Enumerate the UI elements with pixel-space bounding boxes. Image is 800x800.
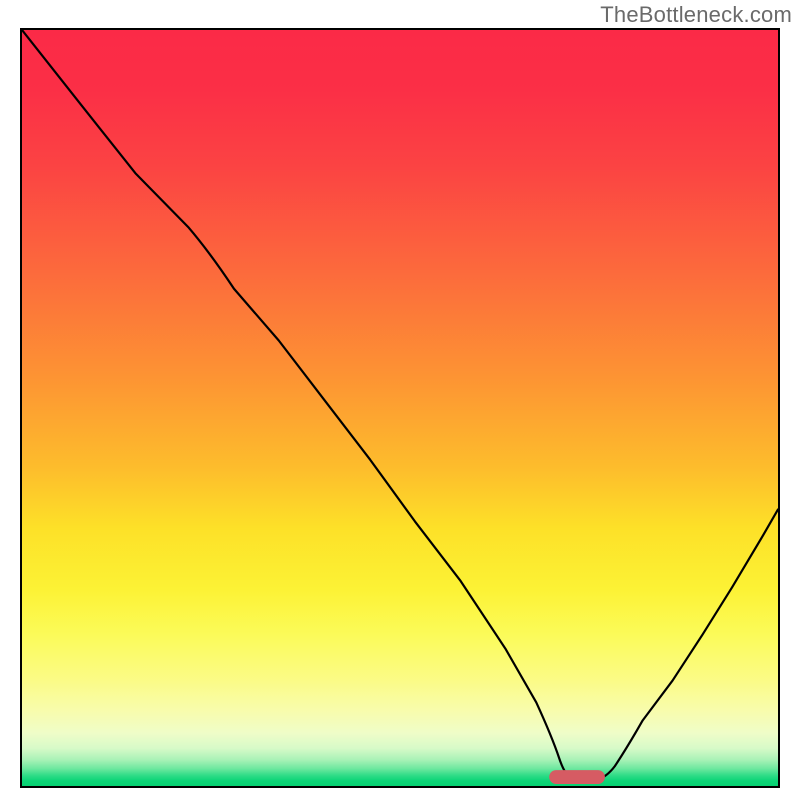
plot-area	[20, 28, 780, 788]
optimal-point-marker	[549, 770, 605, 784]
bottleneck-curve	[22, 30, 778, 780]
curve-svg	[22, 30, 778, 786]
chart-container: TheBottleneck.com	[0, 0, 800, 800]
watermark-text: TheBottleneck.com	[600, 2, 792, 28]
